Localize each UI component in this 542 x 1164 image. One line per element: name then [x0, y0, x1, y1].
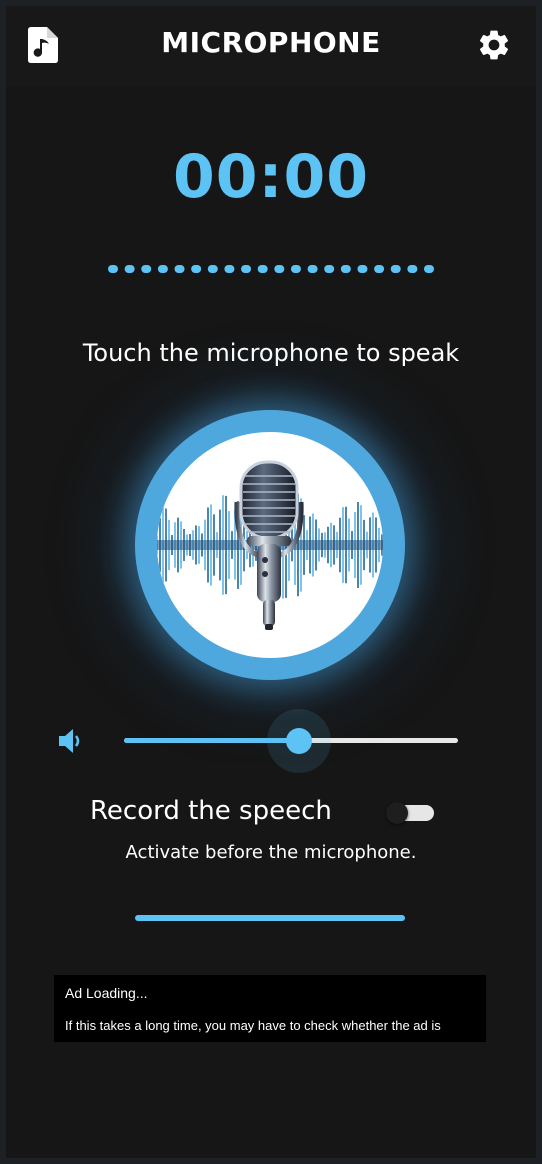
- level-dot: [191, 265, 202, 273]
- settings-button[interactable]: [474, 25, 514, 65]
- level-dot: [324, 265, 335, 273]
- level-dot: [257, 265, 268, 273]
- level-dot: [124, 265, 135, 273]
- app-screen: MICROPHONE 00:00 Touch the microphone to…: [6, 6, 536, 1158]
- ad-loading-title: Ad Loading...: [65, 985, 148, 1001]
- page-title: MICROPHONE: [161, 26, 381, 59]
- microphone-icon: [234, 460, 304, 630]
- level-dot: [357, 265, 368, 273]
- level-dot: [274, 265, 285, 273]
- microphone-button[interactable]: [135, 410, 405, 680]
- level-dot: [407, 265, 418, 273]
- recording-timer: 00:00: [173, 142, 369, 212]
- top-app-bar: MICROPHONE: [6, 6, 536, 86]
- ad-loading-message: If this takes a long time, you may have …: [65, 1018, 441, 1033]
- level-dot: [224, 265, 235, 273]
- ad-banner[interactable]: Ad Loading... If this takes a long time,…: [54, 975, 486, 1042]
- level-dot: [307, 265, 318, 273]
- speaker-icon[interactable]: [56, 726, 86, 756]
- volume-slider[interactable]: [124, 709, 458, 773]
- level-dot: [157, 265, 168, 273]
- record-speech-label: Record the speech: [90, 796, 332, 826]
- level-dot: [108, 265, 118, 273]
- level-dot: [174, 265, 185, 273]
- level-dot: [290, 265, 301, 273]
- accent-divider: [135, 915, 405, 921]
- level-dot: [390, 265, 401, 273]
- level-dot: [374, 265, 385, 273]
- record-hint: Activate before the microphone.: [125, 842, 417, 863]
- gear-icon: [479, 30, 509, 60]
- level-dot: [241, 265, 252, 273]
- level-dot: [340, 265, 351, 273]
- level-dot: [207, 265, 218, 273]
- level-dot: [141, 265, 152, 273]
- microphone-image: [157, 432, 383, 658]
- audio-level-dots: [108, 265, 434, 273]
- slider-thumb[interactable]: [286, 728, 312, 754]
- record-speech-toggle[interactable]: [386, 802, 434, 824]
- speak-prompt: Touch the microphone to speak: [82, 339, 460, 367]
- level-dot: [424, 265, 434, 273]
- toggle-knob: [386, 802, 408, 824]
